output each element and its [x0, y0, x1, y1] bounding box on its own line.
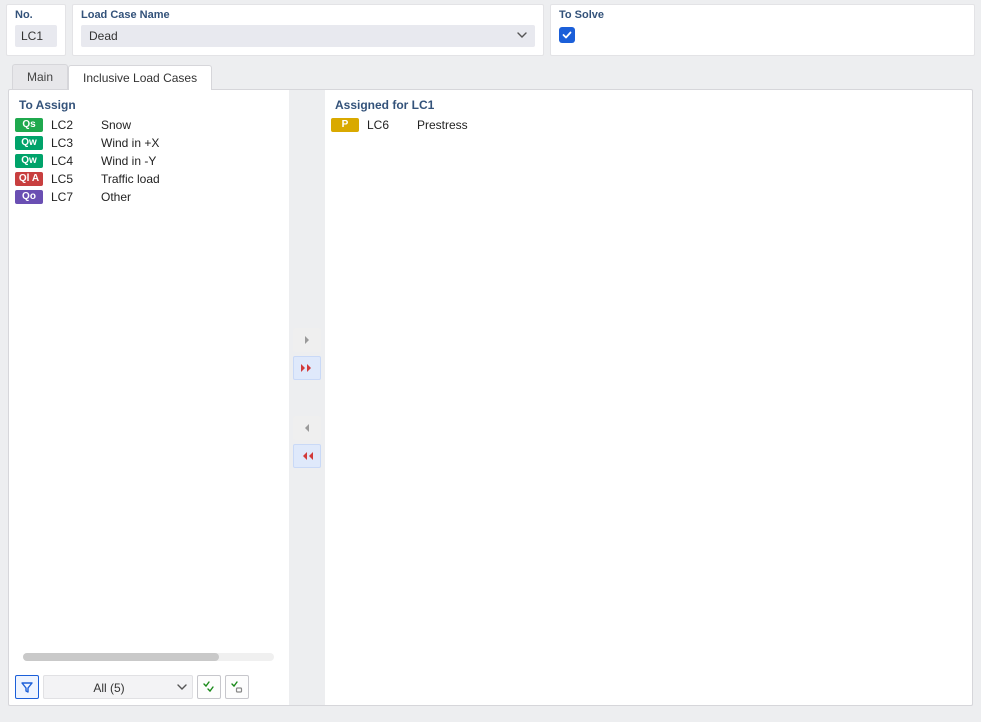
assigned-title: Assigned for LC1	[325, 90, 972, 116]
item-id: LC3	[47, 136, 97, 150]
transfer-buttons	[289, 90, 325, 705]
category-badge: Qo	[15, 190, 43, 204]
category-badge: Qw	[15, 136, 43, 150]
unassign-all-button[interactable]	[293, 444, 321, 468]
item-id: LC2	[47, 118, 97, 132]
to-assign-title: To Assign	[9, 90, 288, 116]
list-item[interactable]: Qo LC7 Other	[15, 188, 282, 206]
workarea: To Assign Qs LC2 Snow Qw LC3 Wind in +X Qw LC4 W…	[8, 89, 973, 706]
assigned-panel: Assigned for LC1 P LC6 Prestress	[325, 90, 972, 705]
item-name: Wind in +X	[101, 136, 282, 150]
list-item[interactable]: Qw LC4 Wind in -Y	[15, 152, 282, 170]
item-id: LC5	[47, 172, 97, 186]
list-item[interactable]: Ql A LC5 Traffic load	[15, 170, 282, 188]
unassign-one-button[interactable]	[293, 416, 321, 440]
category-badge: Ql A	[15, 172, 43, 186]
filter-category-value[interactable]: All (5)	[43, 675, 193, 699]
filter-category-select[interactable]: All (5)	[43, 675, 193, 699]
to-assign-list: QsLC2SnowQwLC3Wind in +XQwLC4Wind in -YQ…	[9, 116, 288, 206]
item-name: Other	[101, 190, 282, 204]
item-name: Prestress	[417, 118, 966, 132]
list-item[interactable]: P LC6 Prestress	[331, 116, 966, 134]
item-id: LC6	[363, 118, 413, 132]
category-badge: P	[331, 118, 359, 132]
tabs: Main Inclusive Load Cases	[12, 64, 981, 89]
name-select[interactable]: Dead	[81, 25, 535, 47]
field-to-solve: To Solve	[550, 4, 975, 56]
no-value[interactable]: LC1	[15, 25, 57, 47]
assigned-list: P LC6 Prestress	[325, 116, 972, 134]
item-id: LC4	[47, 154, 97, 168]
field-load-case-name: Load Case Name Dead	[72, 4, 544, 56]
name-value[interactable]: Dead	[81, 25, 535, 47]
deselect-all-button[interactable]	[225, 675, 249, 699]
item-name: Snow	[101, 118, 282, 132]
select-all-button[interactable]	[197, 675, 221, 699]
assign-one-button[interactable]	[293, 328, 321, 352]
tab-main[interactable]: Main	[12, 64, 68, 89]
item-name: Wind in -Y	[101, 154, 282, 168]
filter-button[interactable]	[15, 675, 39, 699]
category-badge: Qw	[15, 154, 43, 168]
category-badge: Qs	[15, 118, 43, 132]
list-item[interactable]: Qs LC2 Snow	[15, 116, 282, 134]
assign-all-button[interactable]	[293, 356, 321, 380]
scrollbar-thumb[interactable]	[23, 653, 219, 661]
to-assign-footer: All (5)	[9, 671, 288, 705]
solve-label: To Solve	[559, 9, 966, 21]
list-item[interactable]: Qw LC3 Wind in +X	[15, 134, 282, 152]
tab-inclusive-load-cases[interactable]: Inclusive Load Cases	[68, 65, 212, 90]
to-assign-panel: To Assign Qs LC2 Snow Qw LC3 Wind in +X Qw LC4 W…	[9, 90, 289, 705]
name-label: Load Case Name	[81, 9, 535, 21]
item-name: Traffic load	[101, 172, 282, 186]
item-id: LC7	[47, 190, 97, 204]
horizontal-scrollbar[interactable]	[23, 653, 274, 661]
no-label: No.	[15, 9, 57, 21]
solve-checkbox[interactable]	[559, 27, 575, 43]
field-no: No. LC1	[6, 4, 66, 56]
